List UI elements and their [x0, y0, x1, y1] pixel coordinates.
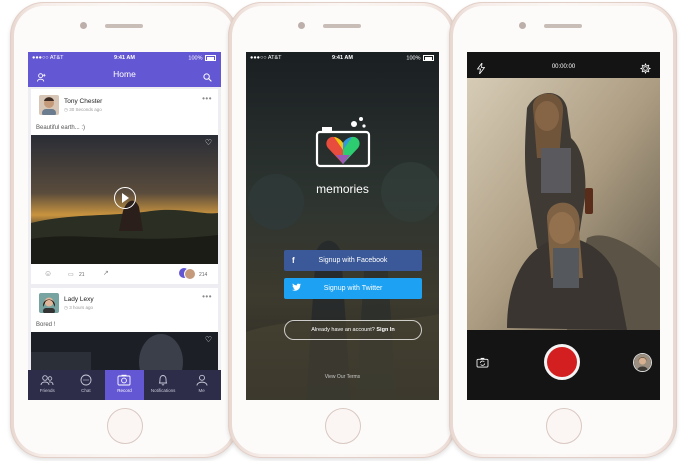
- post-card: Lady Lexy ◷ 3 hours ago ••• Bored ! ♡: [31, 288, 218, 370]
- switch-camera-icon[interactable]: [476, 355, 489, 373]
- record-button[interactable]: [544, 344, 580, 380]
- post-card: Tony Chester ◷ 30 Seconds ago ••• Beauti…: [31, 89, 218, 284]
- tab-me[interactable]: Me: [182, 370, 221, 400]
- comment-count: 21: [79, 272, 85, 278]
- feed-list[interactable]: Tony Chester ◷ 30 Seconds ago ••• Beauti…: [28, 87, 221, 370]
- comment-icon[interactable]: ▭: [68, 271, 74, 278]
- nav-bar: ●●●○○ AT&T 9:41 AM 100% Home: [28, 52, 221, 87]
- post-photo[interactable]: ♡: [31, 332, 218, 370]
- person-icon: [196, 374, 208, 386]
- status-battery: 100%: [188, 55, 216, 61]
- twitter-button-label: Signup with Twitter: [323, 285, 383, 292]
- post-photo[interactable]: ♡: [31, 135, 218, 264]
- post-actions: ☺ ▭ 21 ↗ 214: [31, 266, 218, 284]
- signup-facebook-button[interactable]: f Signup with Facebook: [284, 250, 422, 271]
- signin-prompt[interactable]: Already have an account? Sign In: [284, 320, 422, 340]
- home-button[interactable]: [107, 408, 143, 444]
- like-heart-icon[interactable]: ♡: [205, 335, 212, 344]
- phone-frame-login: ●●●○○ AT&T 9:41 AM 100% memories f Signu…: [228, 2, 456, 458]
- earpiece-speaker: [323, 24, 361, 28]
- home-button[interactable]: [325, 408, 361, 444]
- status-bar: ●●●○○ AT&T 9:41 AM 100%: [28, 52, 221, 64]
- home-button[interactable]: [546, 408, 582, 444]
- phone-frame-camera: 00:00:00: [449, 2, 677, 458]
- battery-label: 100%: [188, 55, 203, 62]
- app-name: memories: [316, 182, 369, 196]
- phone-frame-feed: ●●●○○ AT&T 9:41 AM 100% Home Tony Cheste…: [10, 2, 238, 458]
- earpiece-speaker: [105, 24, 143, 28]
- tab-notifications[interactable]: Notifications: [144, 370, 183, 400]
- tab-record[interactable]: Record: [105, 370, 144, 400]
- search-icon[interactable]: [203, 69, 212, 87]
- recording-timer: 00:00:00: [551, 64, 576, 70]
- post-caption: Bored !: [36, 322, 56, 328]
- front-camera: [80, 22, 87, 29]
- page-title: Home: [113, 69, 136, 79]
- camera-bottom-bar: [467, 330, 660, 400]
- tab-bar: Friends Chat Record Notifications Me: [28, 370, 221, 400]
- tab-chat[interactable]: Chat: [67, 370, 106, 400]
- battery-label: 100%: [406, 55, 421, 62]
- terms-link[interactable]: View Our Terms: [246, 374, 439, 380]
- camera-top-bar: 00:00:00: [467, 52, 660, 78]
- bell-icon: [158, 375, 168, 386]
- status-battery: 100%: [406, 55, 434, 61]
- account-prompt-text: Already have an account?: [311, 327, 375, 333]
- record-icon: [118, 374, 131, 386]
- camera-screen: 00:00:00: [467, 52, 660, 400]
- battery-icon: [423, 55, 434, 61]
- background-photo: [246, 52, 439, 400]
- share-icon[interactable]: ↗: [103, 269, 109, 277]
- like-count: 214: [199, 272, 208, 278]
- camera-viewfinder[interactable]: [467, 78, 660, 330]
- more-options-icon[interactable]: •••: [202, 94, 212, 103]
- signup-twitter-button[interactable]: Signup with Twitter: [284, 278, 422, 299]
- play-video-icon[interactable]: [114, 187, 136, 209]
- post-username[interactable]: Lady Lexy: [64, 296, 94, 303]
- signin-link[interactable]: Sign In: [376, 327, 394, 333]
- tab-label: Me: [198, 388, 205, 393]
- login-screen: ●●●○○ AT&T 9:41 AM 100% memories f Signu…: [246, 52, 439, 400]
- post-time-label: 3 hours ago: [69, 305, 93, 310]
- post-time: ◷ 30 Seconds ago: [64, 107, 102, 112]
- front-camera: [298, 22, 305, 29]
- avatar[interactable]: [39, 95, 59, 115]
- feed-screen: ●●●○○ AT&T 9:41 AM 100% Home Tony Cheste…: [28, 52, 221, 400]
- front-camera: [519, 22, 526, 29]
- liker-avatar[interactable]: [184, 268, 196, 280]
- tab-friends[interactable]: Friends: [28, 370, 67, 400]
- chat-icon: [80, 374, 92, 386]
- friends-icon: [40, 375, 54, 386]
- avatar[interactable]: [39, 293, 59, 313]
- facebook-button-label: Signup with Facebook: [318, 257, 388, 264]
- tab-label: Notifications: [150, 388, 176, 393]
- emoji-react-icon[interactable]: ☺: [44, 269, 52, 278]
- post-username[interactable]: Tony Chester: [64, 98, 102, 105]
- post-time-label: 30 Seconds ago: [69, 107, 102, 112]
- tab-label: Chat: [81, 388, 91, 393]
- settings-gear-icon[interactable]: [640, 61, 651, 79]
- status-bar: ●●●○○ AT&T 9:41 AM 100%: [246, 52, 439, 64]
- post-caption: Beautiful earth... :): [36, 125, 86, 131]
- more-options-icon[interactable]: •••: [202, 292, 212, 301]
- tab-label: Record: [117, 388, 132, 393]
- gallery-thumbnail[interactable]: [633, 353, 652, 372]
- battery-icon: [205, 55, 216, 61]
- memories-logo-icon: [315, 117, 371, 168]
- like-heart-icon[interactable]: ♡: [205, 138, 212, 147]
- tab-label: Friends: [39, 388, 55, 393]
- post-time: ◷ 3 hours ago: [64, 305, 93, 310]
- earpiece-speaker: [544, 24, 582, 28]
